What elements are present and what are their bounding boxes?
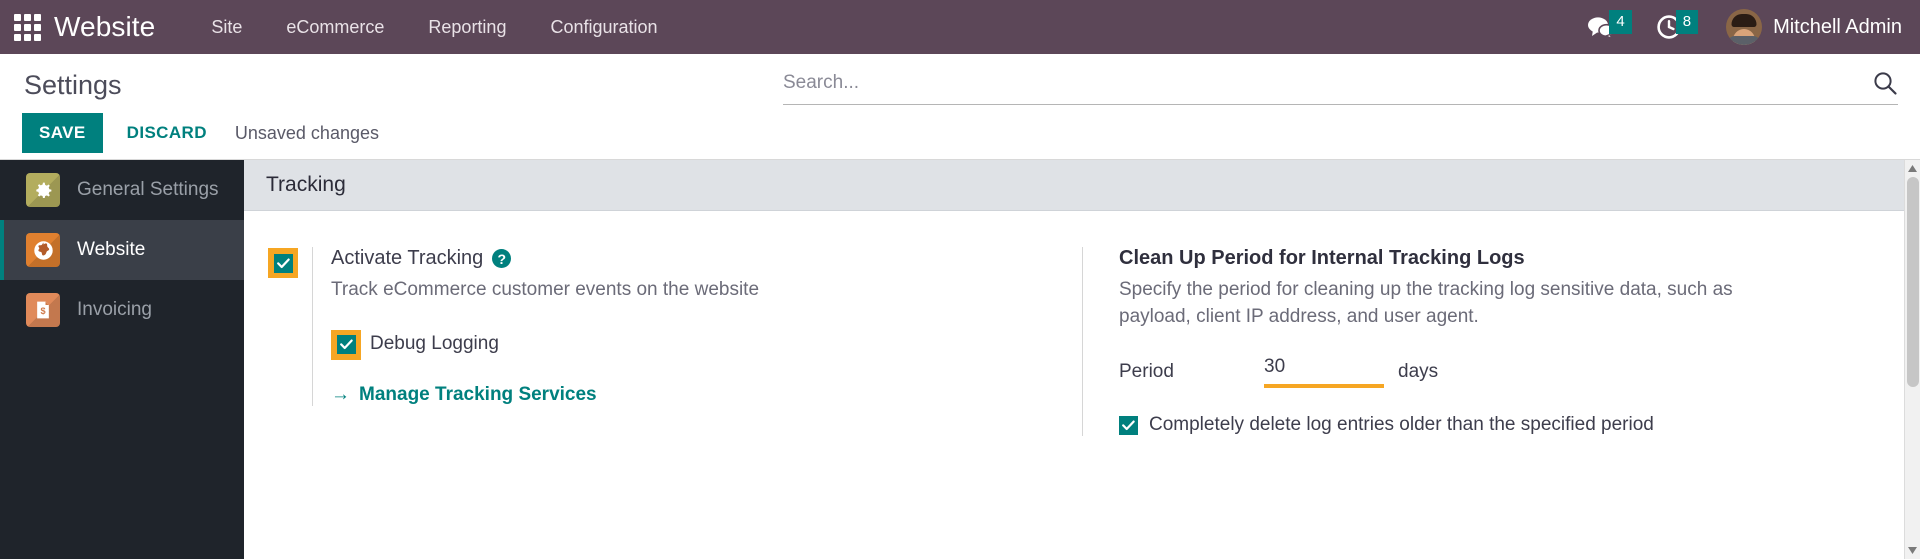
manage-tracking-services-label: Manage Tracking Services — [359, 383, 597, 405]
unsaved-changes-status: Unsaved changes — [234, 122, 379, 143]
setting-delete-old-logs: Completely delete log entries older than… — [1119, 414, 1866, 436]
messages-count-badge: 4 — [1609, 10, 1632, 34]
scroll-up-arrow-icon[interactable] — [1904, 160, 1920, 177]
messages-button[interactable]: 4 — [1577, 0, 1645, 54]
main-area: General Settings Website $ Invoicing Tra… — [0, 160, 1920, 559]
period-label: Period — [1119, 361, 1174, 383]
cleanup-period-title: Clean Up Period for Internal Tracking Lo… — [1119, 247, 1525, 269]
avatar — [1726, 9, 1763, 45]
setting-debug-logging: Debug Logging — [331, 329, 1052, 360]
period-field-row: Period days — [1119, 356, 1866, 389]
delete-old-logs-label: Completely delete log entries older than… — [1149, 414, 1654, 436]
search-icon[interactable] — [1872, 70, 1898, 96]
scrollbar-thumb[interactable] — [1906, 177, 1919, 387]
save-button[interactable]: SAVE — [22, 113, 103, 153]
gear-icon — [26, 173, 60, 207]
page-title: Settings — [24, 70, 122, 100]
scrollbar-track[interactable] — [1904, 177, 1920, 542]
svg-text:$: $ — [40, 306, 45, 316]
scroll-down-arrow-icon[interactable] — [1904, 542, 1920, 559]
delete-old-logs-checkbox[interactable] — [1119, 415, 1138, 435]
discard-button[interactable]: DISCARD — [109, 113, 225, 153]
activities-button[interactable]: 8 — [1646, 0, 1712, 54]
user-name-label: Mitchell Admin — [1773, 15, 1902, 38]
arrow-right-icon: → — [331, 383, 350, 405]
settings-column-right: Clean Up Period for Internal Tracking Lo… — [1082, 247, 1896, 437]
navbar-right-tools: 4 8 Mitchell Admin — [1577, 0, 1902, 54]
sidebar-item-label: General Settings — [77, 179, 219, 200]
apps-grid-icon[interactable] — [0, 0, 54, 54]
user-menu[interactable]: Mitchell Admin — [1712, 0, 1902, 54]
question-mark-icon[interactable]: ? — [492, 249, 512, 268]
activate-tracking-label-row: Activate Tracking ? — [331, 247, 1052, 270]
sidebar-item-label: Website — [77, 239, 146, 260]
menu-item-ecommerce[interactable]: eCommerce — [264, 0, 406, 54]
sidebar-item-invoicing[interactable]: $ Invoicing — [0, 280, 244, 340]
activities-count-badge: 8 — [1675, 10, 1699, 34]
activate-tracking-checkbox-wrap — [268, 248, 298, 278]
debug-logging-checkbox-wrap — [331, 329, 361, 360]
app-brand-title[interactable]: Website — [54, 11, 155, 43]
settings-column-left: Activate Tracking ? Track eCommerce cust… — [268, 247, 1082, 436]
menu-item-reporting[interactable]: Reporting — [406, 0, 528, 54]
sidebar-item-general-settings[interactable]: General Settings — [0, 160, 244, 220]
manage-tracking-services-row: → Manage Tracking Services — [331, 384, 1052, 406]
activate-tracking-description: Track eCommerce customer events on the w… — [331, 279, 760, 300]
sidebar-item-label: Invoicing — [77, 299, 152, 320]
settings-grid: Activate Tracking ? Track eCommerce cust… — [244, 211, 1920, 437]
menu-item-configuration[interactable]: Configuration — [528, 0, 679, 54]
search-input[interactable] — [783, 72, 1872, 94]
period-unit-label: days — [1398, 361, 1439, 383]
invoice-icon: $ — [26, 293, 60, 327]
cleanup-period-description: Specify the period for cleaning up the t… — [1119, 279, 1733, 327]
top-navbar: Website Site eCommerce Reporting Configu… — [0, 0, 1920, 54]
main-menu: Site eCommerce Reporting Configuration — [189, 0, 679, 54]
debug-logging-label: Debug Logging — [370, 333, 499, 355]
activate-tracking-label: Activate Tracking — [331, 247, 484, 269]
control-panel: Settings SAVE DISCARD Unsaved changes — [0, 54, 1920, 160]
settings-sidebar: General Settings Website $ Invoicing — [0, 160, 244, 559]
manage-tracking-services-link[interactable]: → Manage Tracking Services — [331, 384, 597, 406]
search-bar — [783, 70, 1898, 105]
settings-content: Tracking Activate Tracking ? Track eComm… — [244, 160, 1920, 559]
debug-logging-checkbox[interactable] — [336, 335, 356, 355]
content-scrollbar[interactable] — [1904, 160, 1920, 559]
menu-item-site[interactable]: Site — [189, 0, 264, 54]
period-input[interactable] — [1264, 356, 1384, 389]
globe-icon — [26, 233, 60, 267]
setting-activate-tracking: Activate Tracking ? Track eCommerce cust… — [268, 247, 1052, 406]
section-title-tracking: Tracking — [244, 160, 1920, 211]
sidebar-item-website[interactable]: Website — [0, 220, 244, 280]
activate-tracking-checkbox[interactable] — [273, 253, 293, 273]
